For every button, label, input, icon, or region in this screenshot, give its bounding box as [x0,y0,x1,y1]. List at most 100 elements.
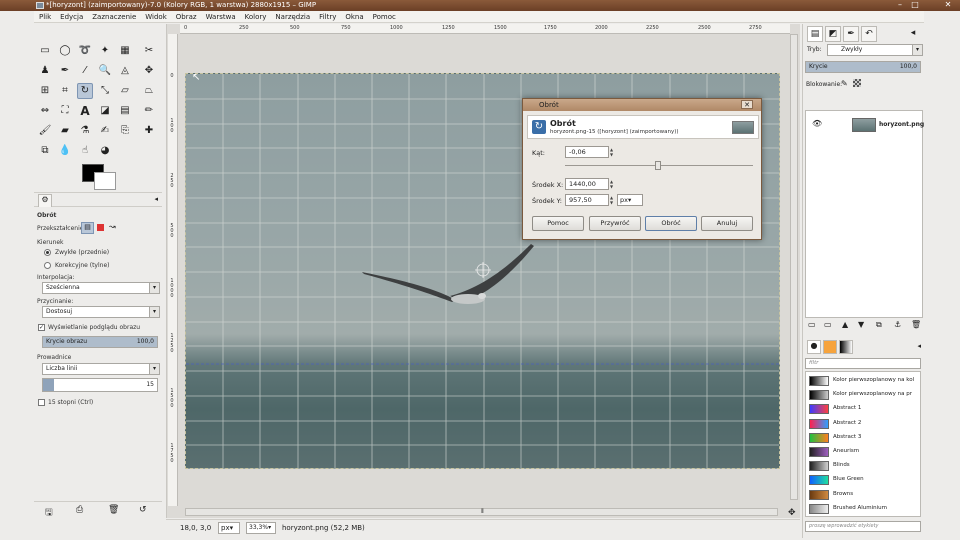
menu-edycja[interactable]: Edycja [60,13,83,21]
gradient-item[interactable]: Aneurism [806,445,920,459]
paths-tab-icon[interactable]: ✒ [843,26,859,42]
menu-warstwa[interactable]: Warstwa [206,13,236,21]
direction-corrective-radio[interactable] [44,262,51,269]
flip-icon[interactable]: ⇔ [37,103,53,119]
clone-icon[interactable]: ⎘ [117,123,133,139]
gradient-item[interactable]: Brushed Aluminium [806,502,920,516]
gradient-item[interactable]: Burning Paper [806,516,920,517]
zoom-icon[interactable]: 🔍 [97,63,113,79]
menu-pomoc[interactable]: Pomoc [373,13,396,21]
anchor-layer-icon[interactable]: ⚓ [894,320,901,329]
close-window-button[interactable]: ✕ [944,1,952,9]
gradient-item[interactable]: Browns [806,488,920,502]
lock-pixels-icon[interactable]: ✎ [841,79,848,88]
center-unit-combo[interactable]: px▾ [617,194,643,206]
fifteen-degrees-checkbox[interactable] [38,399,45,406]
foreground-select-icon[interactable]: ♟ [37,63,53,79]
transform-layer-icon[interactable]: ▤ [81,222,94,234]
ruler-vertical[interactable]: 0 1 0 0 2 5 0 5 0 0 1 0 0 0 1 2 5 0 1 5 … [168,34,178,506]
ellipse-select-icon[interactable]: ◯ [57,43,73,59]
menu-obraz[interactable]: Obraz [176,13,197,21]
lock-alpha-icon[interactable] [853,79,861,87]
bucket-fill-icon[interactable]: ◪ [97,103,113,119]
horizontal-scrollbar[interactable]: ⦀ [185,508,778,516]
dodge-burn-icon[interactable]: ◕ [97,143,113,159]
panel-menu-icon[interactable]: ◂ [905,26,921,42]
guides-combo[interactable]: Liczba linii ▾ [42,363,160,375]
dialog-close-button[interactable]: ✕ [741,100,753,109]
paintbrush-icon[interactable]: 🖌 [37,123,53,139]
minimize-button[interactable]: – [896,1,904,9]
gradient-filter-input[interactable]: filtr [805,358,921,369]
gradient-item[interactable]: Abstract 1 [806,402,920,416]
brushes-tab-icon[interactable]: ● [807,340,821,354]
blend-icon[interactable]: ▤ [117,103,133,119]
delete-options-icon[interactable]: 🗑 [108,505,119,515]
new-layer-icon[interactable]: ▭ [808,320,816,329]
gradient-item[interactable]: Kolor pierwszoplanowy na pr [806,388,920,402]
transform-selection-icon[interactable] [97,224,104,231]
ink-icon[interactable]: ✍ [97,123,113,139]
save-options-icon[interactable]: 🖫 [45,505,53,521]
perspective-icon[interactable]: ⏢ [141,83,157,99]
background-color-swatch[interactable] [94,172,116,190]
help-button[interactable]: Pomoc [532,216,584,231]
pencil-icon[interactable]: ✏ [141,103,157,119]
unit-combo[interactable]: px▾ [218,522,240,534]
measure-icon[interactable]: ◬ [117,63,133,79]
clipping-combo[interactable]: Dostosuj ▾ [42,306,160,318]
reset-button[interactable]: Przywróć [589,216,641,231]
delete-layer-icon[interactable]: 🗑 [911,320,921,329]
layers-tab-icon[interactable]: ▤ [807,26,823,42]
free-select-icon[interactable]: ➰ [77,43,93,59]
direction-normal-radio[interactable] [44,249,51,256]
crop-icon[interactable]: ⌗ [57,83,73,99]
cage-transform-icon[interactable]: ⛶ [57,103,73,119]
reset-options-icon[interactable]: ↺ [139,505,147,515]
blur-icon[interactable]: 💧 [57,143,73,159]
scale-icon[interactable]: ⤡ [97,83,113,99]
spin-arrows-icon[interactable]: ▲ ▼ [610,179,616,189]
gradient-item[interactable]: Abstract 3 [806,431,920,445]
layer-mode-combo[interactable]: Zwykły ▾ [827,44,923,56]
panel-menu-icon[interactable]: ◂ [917,342,921,350]
new-layer-group-icon[interactable]: ▭ [824,320,832,329]
zoom-combo[interactable]: 33,3%▾ [246,522,276,534]
spin-arrows-icon[interactable]: ▲ ▼ [610,147,616,157]
gradient-item[interactable]: Abstract 2 [806,417,920,431]
lower-layer-icon[interactable]: ▼ [858,320,864,329]
heal-icon[interactable]: ✚ [141,123,157,139]
menu-plik[interactable]: Plik [39,13,51,21]
line-count-slider[interactable]: 15 [42,378,158,392]
airbrush-icon[interactable]: ⚗ [77,123,93,139]
spin-arrows-icon[interactable]: ▲ ▼ [610,195,616,205]
shear-icon[interactable]: ▱ [117,83,133,99]
center-x-spinbox[interactable]: 1440,00 ▲ ▼ [565,178,613,190]
menu-narzedzia[interactable]: Narzędzia [275,13,310,21]
paths-icon[interactable]: ✒ [57,63,73,79]
perspective-clone-icon[interactable]: ⧉ [37,143,53,159]
menu-filtry[interactable]: Filtry [319,13,336,21]
transform-path-icon[interactable]: ↝ [109,222,116,231]
interpolation-combo[interactable]: Sześcienna ▾ [42,282,160,294]
undo-history-tab-icon[interactable]: ↶ [861,26,877,42]
duplicate-layer-icon[interactable]: ⧉ [876,320,882,330]
channels-tab-icon[interactable]: ◩ [825,26,841,42]
gradient-item[interactable]: Blinds [806,459,920,473]
menu-widok[interactable]: Widok [145,13,167,21]
cancel-button[interactable]: Anuluj [701,216,753,231]
raise-layer-icon[interactable]: ▲ [842,320,848,329]
visibility-eye-icon[interactable]: 👁 [812,119,822,128]
color-select-icon[interactable]: ▦ [117,43,133,59]
tool-options-tab-icon[interactable]: ⚙ [38,194,52,207]
tag-input[interactable]: proszę wprowadzić etykiety [805,521,921,532]
menu-zaznaczenie[interactable]: Zaznaczenie [92,13,136,21]
align-icon[interactable]: ⊞ [37,83,53,99]
ruler-horizontal[interactable]: 0 250 500 750 1000 1250 1500 1750 2000 2… [180,24,790,34]
preview-checkbox[interactable]: ✓ [38,324,45,331]
angle-slider-handle[interactable] [655,161,661,170]
text-tool-icon[interactable]: A [77,103,93,119]
layer-row[interactable]: 👁 horyzont.png [806,115,924,135]
rotate-icon[interactable]: ↻ [77,83,93,99]
move-icon[interactable]: ✥ [141,63,157,79]
